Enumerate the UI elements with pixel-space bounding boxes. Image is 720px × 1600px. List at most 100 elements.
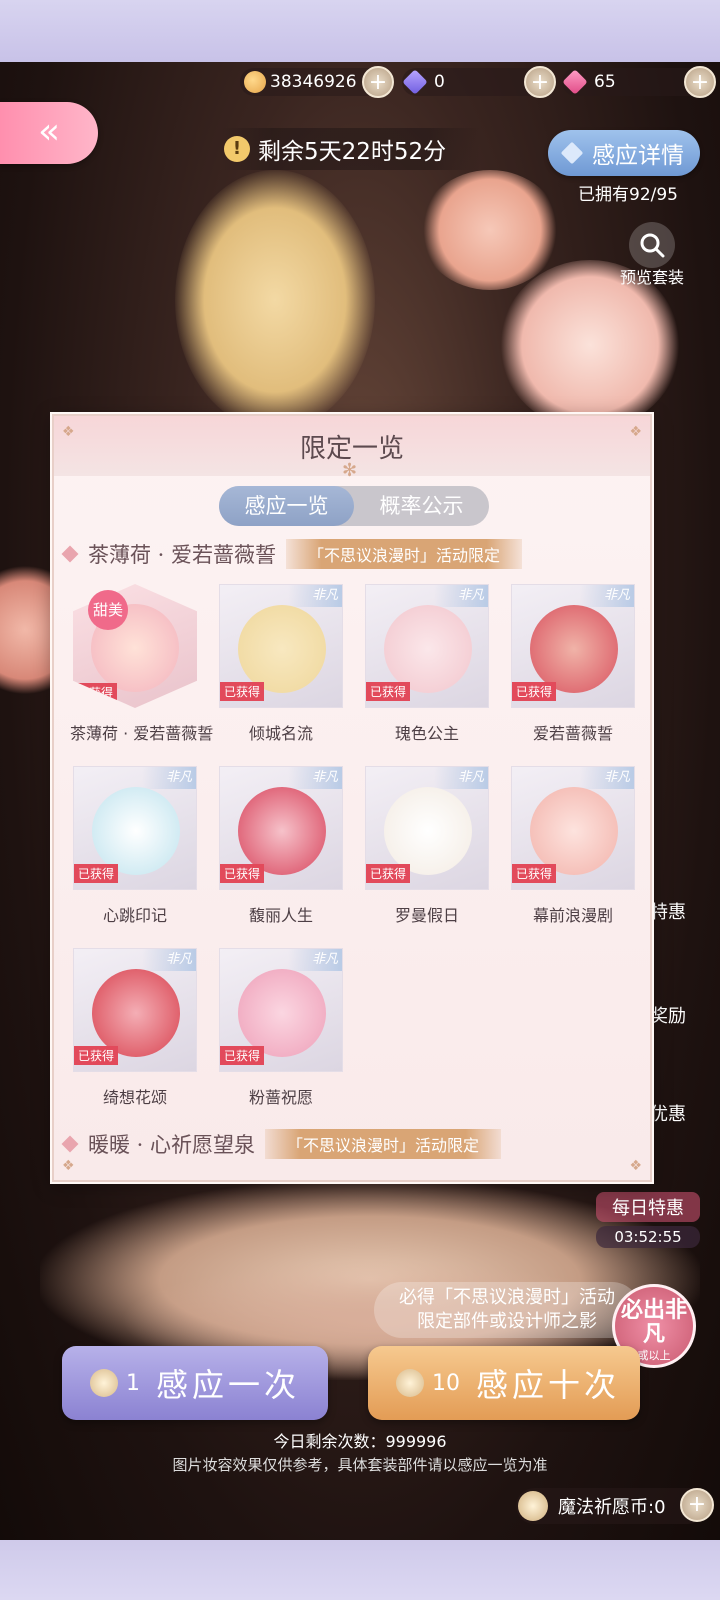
obtained-badge: 已获得 [74,864,119,883]
rarity-ribbon: 非凡 [288,767,342,789]
draw-once-label: 感应一次 [156,1366,301,1404]
headpiece-image [384,605,472,693]
item-card[interactable]: 非凡 已获得 绮想花颂 [70,948,200,1108]
wish-coin-icon [396,1369,424,1397]
guarantee-notice: 必得「不思议浪漫时」活动 限定部件或设计师之影 [374,1282,640,1338]
draw-details-label: 感应详情 [592,143,684,169]
draw-ten-button[interactable]: 10 感应十次 [368,1346,640,1420]
item-thumbnail: 非凡 已获得 [219,948,343,1072]
pink-diamond-icon [562,69,588,95]
wish-coin-icon [90,1369,118,1397]
limited-overview-panel: ❖ ❖ ❖ ❖ 限定一览 ✻ 感应一览 概率公示 茶薄荷 · 爱若蔷薇誓 「不思… [52,414,652,1182]
item-thumbnail: 非凡 已获得 [365,584,489,708]
alert-icon: ! [224,136,250,162]
add-crystals-button[interactable]: + [524,66,556,98]
back-button[interactable]: « [0,102,98,164]
diamond-bullet-icon [61,545,79,563]
top-banner [0,0,720,62]
draw-details-button[interactable]: 感应详情 [548,130,700,176]
side-deal-button[interactable]: 特惠 [650,898,686,924]
item-card[interactable]: 非凡 已获得 倾城名流 [216,584,346,744]
panel-tabs: 感应一览 概率公示 [219,486,489,526]
item-name: 瑰色公主 [394,724,459,743]
magic-wish-coin-label: 魔法祈愿币:0 [558,1497,666,1518]
obtained-badge: 已获得 [220,1046,265,1065]
set-tag: 「不思议浪漫时」活动限定 [286,539,523,569]
obtained-badge: 已获得 [220,682,265,701]
bottom-banner [0,1540,720,1600]
draw-ten-label: 感应十次 [476,1366,621,1404]
item-thumbnail: 非凡 已获得 [219,584,343,708]
item-thumbnail: 非凡 已获得 [365,766,489,890]
search-icon [629,222,675,268]
add-coins-button[interactable]: + [362,66,394,98]
item-card[interactable]: 非凡 已获得 罗曼假日 [362,766,492,926]
daily-deal-countdown: 03:52:55 [596,1226,700,1248]
daily-deal-title: 每日特惠 [596,1192,700,1222]
side-benefit-button[interactable]: 优惠 [650,1100,686,1126]
add-magic-coin-button[interactable]: + [680,1488,714,1522]
item-name: 倾城名流 [248,724,313,743]
set-header: 茶薄荷 · 爱若蔷薇誓 「不思议浪漫时」活动限定 [61,538,523,570]
preview-outfit-button[interactable]: 预览套装 [612,222,692,288]
preview-outfit-label: 预览套装 [619,268,684,287]
item-card[interactable]: 非凡 已获得 心跳印记 [70,766,200,926]
timer-text: 剩余5天22时52分 [258,139,447,165]
item-thumbnail: 非凡 已获得 [511,584,635,708]
obtained-badge: 已获得 [220,864,265,883]
coin-counter: 38346926 + [240,66,394,98]
tab-probability[interactable]: 概率公示 [354,486,489,526]
collar-image [92,787,180,875]
tab-draw-overview[interactable]: 感应一览 [219,486,354,526]
daily-deal-button[interactable]: 每日特惠 03:52:55 [596,1192,700,1248]
event-timer: ! 剩余5天22时52分 [220,128,480,170]
hairstyle-image [238,605,326,693]
draw-once-cost: 1 [126,1370,140,1396]
diamond-icon [560,141,584,165]
item-card[interactable]: 非凡 已获得 爱若蔷薇誓 [508,584,638,744]
coin-amount: 38346926 [270,72,357,92]
rarity-ribbon: 非凡 [434,767,488,789]
corner-ornament-icon: ❖ [62,1158,75,1174]
obtained-badge: 已获得 [366,864,411,883]
remaining-draws: 今日剩余次数：999996 [273,1432,447,1451]
side-reward-button[interactable]: 奖励 [650,1002,686,1028]
dress-image [530,605,618,693]
item-name: 粉蔷祝愿 [248,1088,313,1107]
obtained-badge: 已获得 [512,864,557,883]
obtained-badge: 已获得 [73,683,118,702]
obtained-badge: 已获得 [366,682,411,701]
item-thumbnail: 非凡 已获得 [219,766,343,890]
rose-decoration [420,170,560,290]
obtained-badge: 已获得 [74,1046,119,1065]
character-hair-illustration [175,170,375,430]
guarantee-seal-text: 必出非凡 [620,1298,687,1347]
currency-bar: 38346926 + 0 + 65 + [240,66,716,100]
flower-garland-image [530,787,618,875]
set-name: 茶薄荷 · 爱若蔷薇誓 [88,543,277,567]
item-card[interactable]: 非凡 已获得 瑰色公主 [362,584,492,744]
item-name: 罗曼假日 [394,906,459,925]
item-card[interactable]: 非凡 已获得 幕前浪漫剧 [508,766,638,926]
owned-count: 已拥有92/95 [578,185,678,205]
item-name: 茶薄荷 · 爱若蔷薇誓 [70,724,214,743]
add-diamonds-button[interactable]: + [684,66,716,98]
guarantee-notice-line1: 必得「不思议浪漫时」活动 [399,1287,615,1308]
purple-diamond-icon [402,69,428,95]
gloves-image [384,787,472,875]
draw-once-button[interactable]: 1 感应一次 [62,1346,328,1420]
obtained-badge: 已获得 [512,682,557,701]
rarity-ribbon: 非凡 [142,949,196,971]
cat-coin-icon [244,71,266,93]
snowflake-icon: ✻ [342,460,358,481]
item-thumbnail: 非凡 已获得 [511,766,635,890]
set-header: 暖暖 · 心祈愿望泉 「不思议浪漫时」活动限定 [61,1128,502,1160]
diamond-counter: 65 + [562,66,716,98]
item-card[interactable]: 非凡 已获得 馥丽人生 [216,766,346,926]
shoes-image [92,969,180,1057]
item-card[interactable]: 甜美 已获得 茶薄荷 · 爱若蔷薇誓 [70,584,214,744]
item-card[interactable]: 非凡 已获得 粉蔷祝愿 [216,948,346,1108]
magic-coin-icon [518,1491,548,1521]
item-name: 馥丽人生 [248,906,313,925]
set-name: 暖暖 · 心祈愿望泉 [88,1133,256,1157]
